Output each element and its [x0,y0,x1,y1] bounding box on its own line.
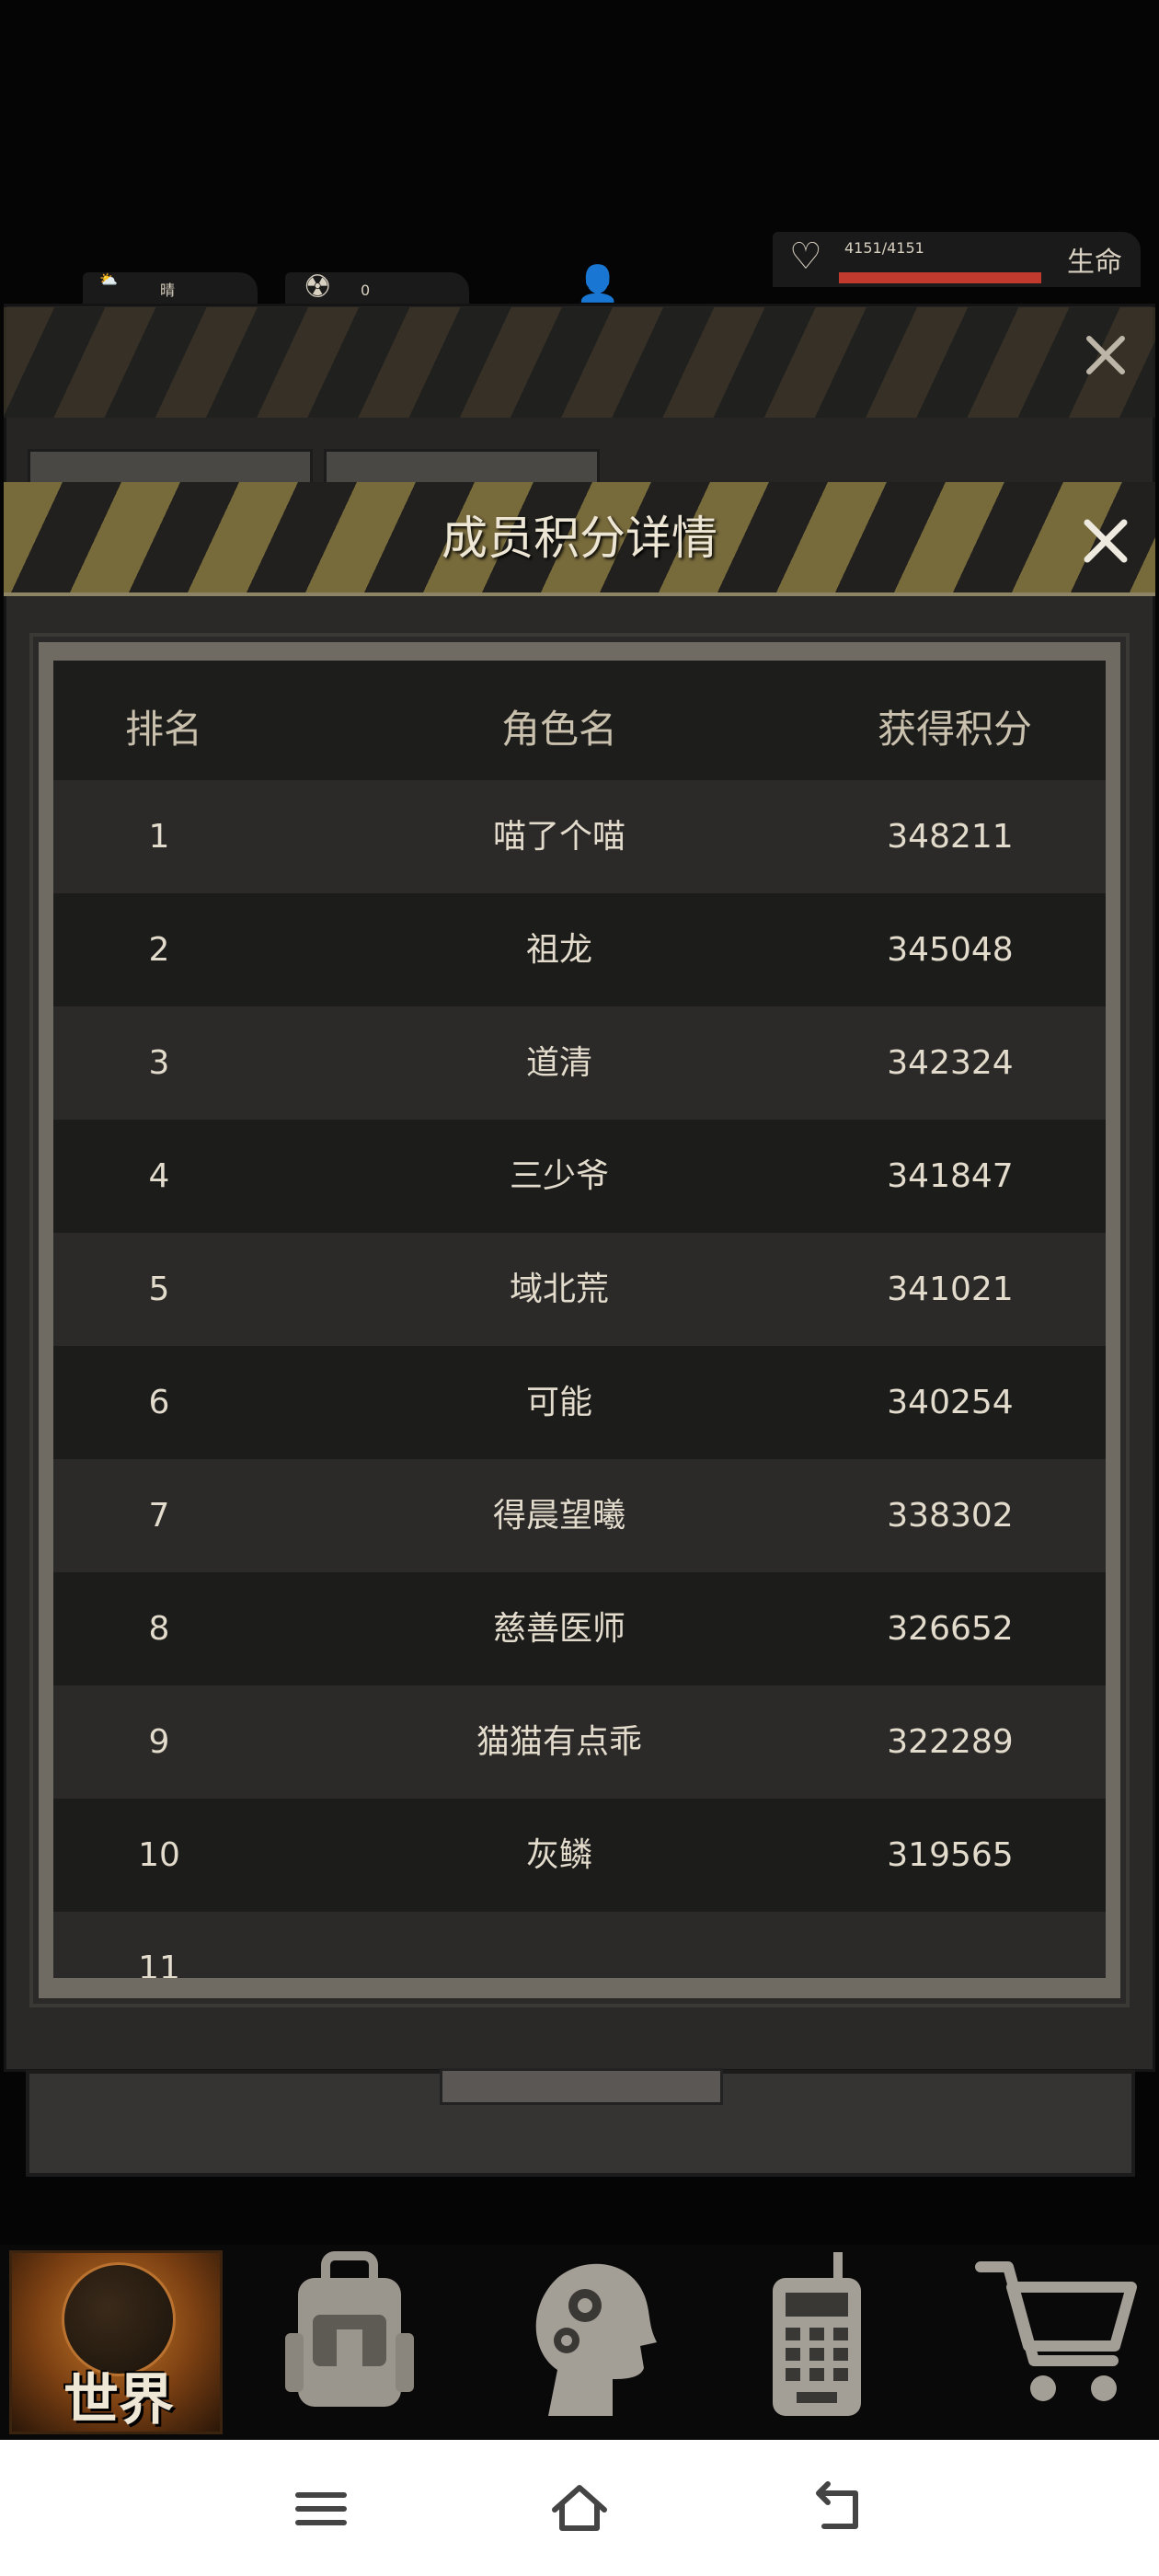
table-row: 4 三少爷 341847 [53,1120,1106,1233]
score-cell: 319565 [887,1836,1014,1874]
back-icon[interactable] [806,2477,870,2541]
table-row: 7 得晨望曦 338302 [53,1459,1106,1572]
name-cell: 猫猫有点乖 [476,1723,642,1761]
globe-icon [62,2262,176,2376]
rank-cell: 11 [138,1949,180,1978]
rank-cell: 10 [138,1836,180,1874]
table-row: 1 喵了个喵 348211 [53,780,1106,893]
table-row-partial: 11 [53,1912,1106,1978]
name-cell: 道清 [525,1044,592,1082]
score-cell: 341847 [887,1157,1014,1195]
table-row: 10 灰鳞 319565 [53,1799,1106,1912]
table-row: 9 猫猫有点乖 322289 [53,1685,1106,1799]
score-cell: 326652 [887,1610,1014,1648]
score-cell: 341021 [887,1271,1014,1308]
table-row: 6 可能 340254 [53,1346,1106,1459]
rank-cell: 9 [148,1723,170,1761]
menu-icon[interactable] [289,2477,353,2541]
score-cell: 338302 [887,1497,1014,1535]
hp-bar-fill [839,272,1041,283]
rank-cell: 7 [148,1497,170,1535]
name-cell: 得晨望曦 [492,1497,625,1535]
name-cell: 三少爷 [509,1157,609,1195]
rank-cell: 2 [148,931,170,969]
home-icon[interactable] [547,2477,612,2541]
table-row: 2 祖龙 345048 [53,893,1106,1006]
background-panel-header [4,307,1155,418]
name-cell: 喵了个喵 [492,818,625,856]
score-cell: 348211 [887,818,1014,856]
column-header-score: 获得积分 [877,707,1032,752]
radio-icon[interactable] [769,2250,865,2425]
score-cell: 345048 [887,931,1014,969]
score-cell: 342324 [887,1044,1014,1082]
column-header-name: 角色名 [500,707,617,752]
table-row: 3 道清 342324 [53,1006,1106,1120]
nav-world-tab[interactable]: 世界 [9,2250,223,2434]
game-screen: ⛅ 晴 ☢ 0 👤 ♡ 4151/4151 生命 成员积分详情 排名 角色名 获… [0,0,1159,2576]
table-row: 5 域北荒 341021 [53,1233,1106,1346]
name-cell: 慈善医师 [492,1610,625,1648]
score-table[interactable]: 排名 角色名 获得积分 1 喵了个喵 348211 2 祖龙 345048 3 … [53,661,1106,1978]
cart-icon[interactable] [975,2250,1141,2425]
rank-cell: 8 [148,1610,170,1648]
rank-cell: 5 [148,1271,170,1308]
name-cell: 灰鳞 [525,1836,592,1874]
column-header-rank: 排名 [124,707,202,752]
head-gears-icon[interactable] [521,2250,659,2425]
table-header: 排名 角色名 获得积分 [53,661,1106,780]
background-footer-button[interactable] [440,2068,723,2105]
score-cell: 340254 [887,1384,1014,1421]
backpack-icon[interactable] [276,2250,423,2425]
rank-cell: 3 [148,1044,170,1082]
rank-cell: 1 [148,818,170,856]
name-cell: 祖龙 [525,931,592,969]
name-cell [329,1912,789,1978]
rank-cell: 6 [148,1384,170,1421]
close-icon[interactable] [1076,512,1135,570]
nav-world-label: 世界 [63,2368,174,2432]
dialog-title: 成员积分详情 [442,512,717,565]
background-close-icon[interactable] [1078,328,1133,383]
name-cell: 可能 [525,1384,592,1421]
rank-cell: 4 [148,1157,170,1195]
score-cell [817,1912,1084,1978]
score-cell: 322289 [887,1723,1014,1761]
name-cell: 域北荒 [509,1271,609,1308]
table-row: 8 慈善医师 326652 [53,1572,1106,1685]
